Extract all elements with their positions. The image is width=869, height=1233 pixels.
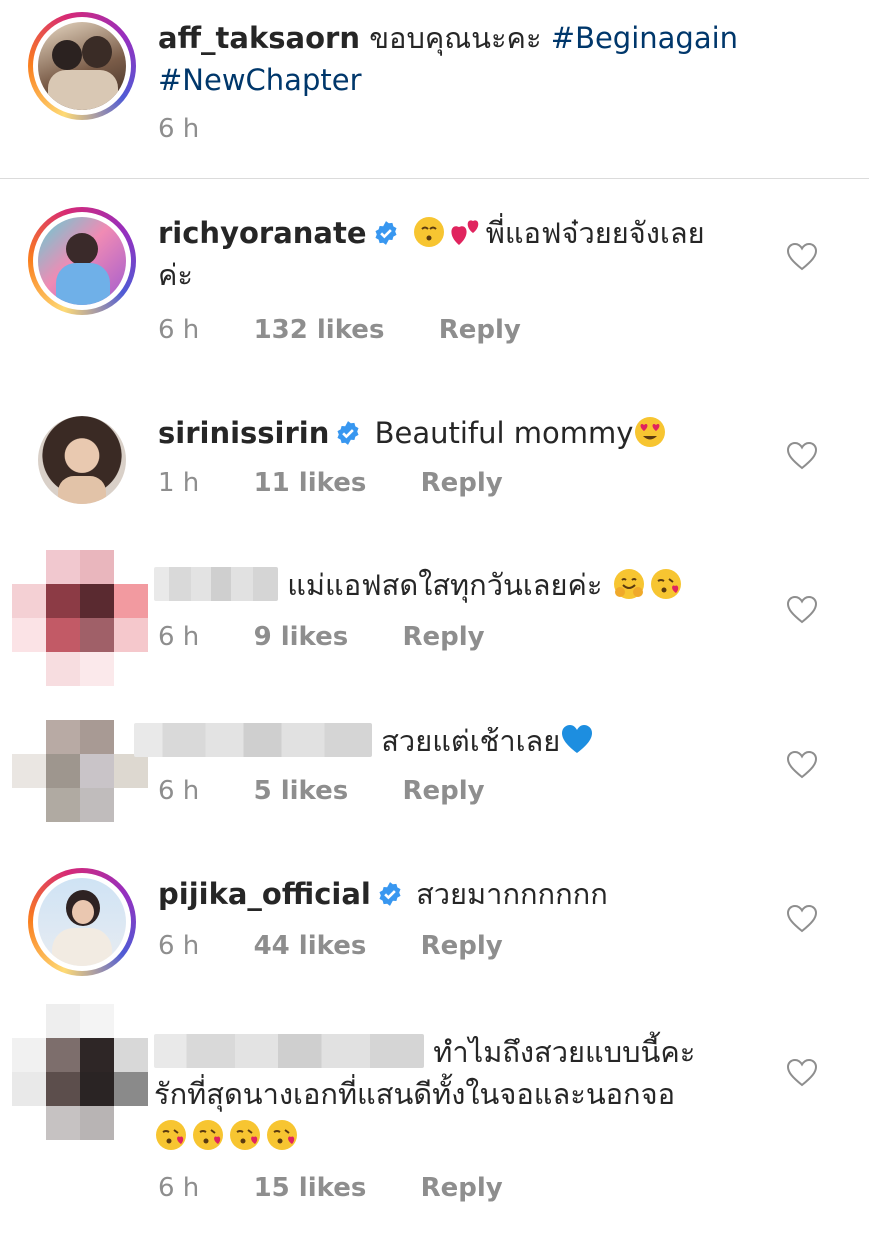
comment-body: แม่แอฟสดใสทุกวันเลยค่ะ: [287, 568, 603, 602]
blurred-username[interactable]: [154, 567, 278, 601]
comment-text: richyoranate พี่แอฟจ๋วยยจังเลย ค่ะ: [158, 212, 778, 296]
kissing-heart-face-icon: [230, 1120, 260, 1150]
comment-username[interactable]: pijika_official: [158, 877, 371, 911]
comment-text: sirinissirin Beautiful mommy: [158, 412, 778, 454]
likes-count[interactable]: 5 likes: [254, 776, 349, 806]
likes-count[interactable]: 44 likes: [254, 931, 367, 961]
comment-username[interactable]: richyoranate: [158, 216, 367, 250]
divider: [0, 178, 869, 179]
kissing-face-icon: [413, 217, 444, 247]
comment-body-cont: รักที่สุดนางเอกที่แสนดีทั้งในจอและนอกจอ: [154, 1077, 676, 1111]
hashtag-link[interactable]: #NewChapter: [158, 63, 362, 97]
emoji-row: [154, 1119, 302, 1153]
caption-avatar[interactable]: [28, 12, 136, 120]
caption-body: ขอบคุณนะคะ: [369, 21, 542, 55]
kissing-heart-face-icon: [156, 1120, 186, 1150]
hashtag-link[interactable]: #Beginagain: [551, 21, 738, 55]
heart-outline-icon[interactable]: [786, 904, 818, 934]
blue-heart-icon: [562, 725, 593, 753]
comment-timestamp: 6 h: [158, 622, 200, 652]
comment-body-cont: ค่ะ: [158, 258, 193, 292]
heart-outline-icon[interactable]: [786, 242, 818, 272]
comment-timestamp: 6 h: [158, 931, 200, 961]
kissing-heart-face-icon: [650, 569, 681, 599]
comment-body: ทำไมถึงสวยแบบนี้คะ: [433, 1035, 696, 1069]
blurred-username[interactable]: [134, 723, 372, 757]
heart-outline-icon[interactable]: [786, 441, 818, 471]
comment-timestamp: 6 h: [158, 776, 200, 806]
caption-username[interactable]: aff_taksaorn: [158, 21, 360, 55]
comment-meta: 6 h 44 likes Reply: [158, 931, 503, 961]
heart-outline-icon[interactable]: [786, 595, 818, 625]
blurred-username[interactable]: [154, 1034, 424, 1068]
verified-badge-icon: [375, 221, 397, 245]
comment-body: สวยแต่เช้าเลย: [381, 724, 561, 758]
reply-button[interactable]: Reply: [403, 776, 485, 806]
comment-username[interactable]: sirinissirin: [158, 416, 329, 450]
comment-meta: 6 h 15 likes Reply: [158, 1173, 503, 1203]
reply-button[interactable]: Reply: [421, 1173, 503, 1203]
avatar[interactable]: [28, 207, 136, 315]
caption-text: aff_taksaorn ขอบคุณนะคะ #Beginagain #New…: [158, 17, 818, 101]
kissing-heart-face-icon: [267, 1120, 297, 1150]
comment-meta: 6 h 9 likes Reply: [158, 622, 485, 652]
blurred-avatar[interactable]: [12, 720, 148, 856]
heart-outline-icon[interactable]: [786, 1058, 818, 1088]
hugging-face-icon: [613, 569, 644, 599]
comment-meta: 1 h 11 likes Reply: [158, 468, 503, 498]
comment-meta: 6 h 5 likes Reply: [158, 776, 485, 806]
blurred-avatar[interactable]: [12, 1004, 148, 1140]
likes-count[interactable]: 132 likes: [254, 315, 385, 345]
likes-count[interactable]: 15 likes: [254, 1173, 367, 1203]
comment-body: พี่แอฟจ๋วยยจังเลย: [485, 216, 705, 250]
caption-timestamp: 6 h: [158, 114, 200, 144]
reply-button[interactable]: Reply: [403, 622, 485, 652]
avatar[interactable]: [28, 868, 136, 976]
verified-badge-icon: [379, 882, 401, 906]
heart-eyes-face-icon: [635, 417, 666, 447]
likes-count[interactable]: 9 likes: [254, 622, 349, 652]
reply-button[interactable]: Reply: [421, 931, 503, 961]
verified-badge-icon: [337, 421, 359, 445]
kissing-heart-face-icon: [193, 1120, 223, 1150]
comment-timestamp: 6 h: [158, 1173, 200, 1203]
two-hearts-icon: [451, 220, 479, 245]
comment-body: Beautiful mommy: [374, 416, 634, 450]
comment-meta: 6 h 132 likes Reply: [158, 315, 521, 345]
heart-outline-icon[interactable]: [786, 750, 818, 780]
comment-text: pijika_official สวยมากกกกกก: [158, 873, 778, 915]
avatar[interactable]: [38, 416, 126, 504]
reply-button[interactable]: Reply: [421, 468, 503, 498]
reply-button[interactable]: Reply: [439, 315, 521, 345]
blurred-avatar[interactable]: [12, 550, 148, 686]
comment-text: แม่แอฟสดใสทุกวันเลยค่ะ: [154, 564, 774, 606]
comment-text: ทำไมถึงสวยแบบนี้คะ รักที่สุดนางเอกที่แสน…: [154, 1031, 794, 1157]
likes-count[interactable]: 11 likes: [254, 468, 367, 498]
comment-body: สวยมากกกกกก: [416, 877, 608, 911]
comment-text: สวยแต่เช้าเลย: [134, 720, 774, 762]
comment-timestamp: 1 h: [158, 468, 200, 498]
comment-timestamp: 6 h: [158, 315, 200, 345]
